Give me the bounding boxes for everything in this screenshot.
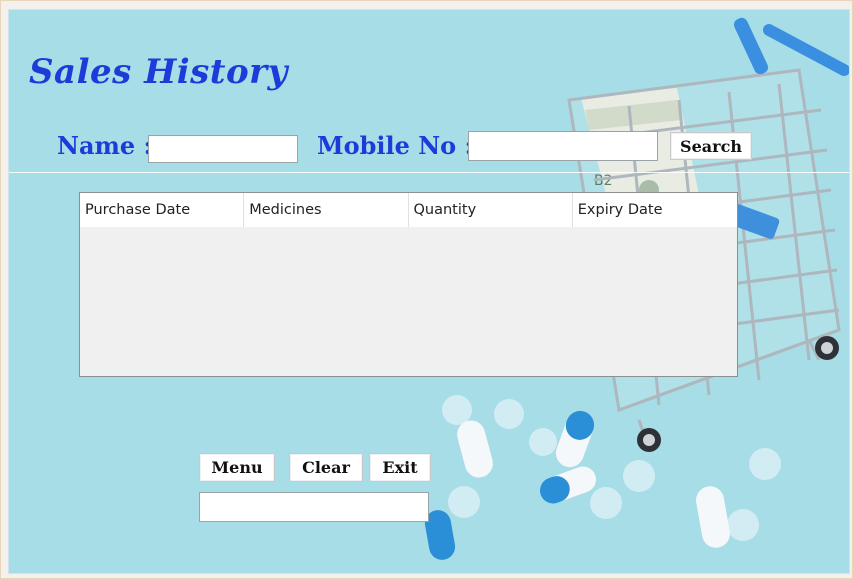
mobile-field[interactable] xyxy=(468,131,658,161)
name-field[interactable] xyxy=(148,135,298,163)
search-button[interactable]: Search xyxy=(670,132,752,160)
exit-button[interactable]: Exit xyxy=(369,453,431,482)
sales-table[interactable]: Purchase Date Medicines Quantity Expiry … xyxy=(79,192,738,377)
column-expiry-date[interactable]: Expiry Date xyxy=(572,193,737,227)
table-header: Purchase Date Medicines Quantity Expiry … xyxy=(80,193,737,227)
pill-icon xyxy=(424,395,781,560)
menu-button[interactable]: Menu xyxy=(199,453,275,482)
sales-history-panel: B2 xyxy=(8,9,850,574)
mobile-label: Mobile No : xyxy=(317,131,474,160)
column-purchase-date[interactable]: Purchase Date xyxy=(80,193,245,227)
app-window: B2 xyxy=(0,0,853,579)
divider xyxy=(9,172,849,173)
status-field[interactable] xyxy=(199,492,429,522)
column-medicines[interactable]: Medicines xyxy=(244,193,409,227)
name-label: Name : xyxy=(57,131,153,160)
cart-handle xyxy=(733,17,769,75)
clear-button[interactable]: Clear xyxy=(289,453,363,482)
page-title: Sales History xyxy=(29,52,288,92)
column-quantity[interactable]: Quantity xyxy=(408,193,573,227)
